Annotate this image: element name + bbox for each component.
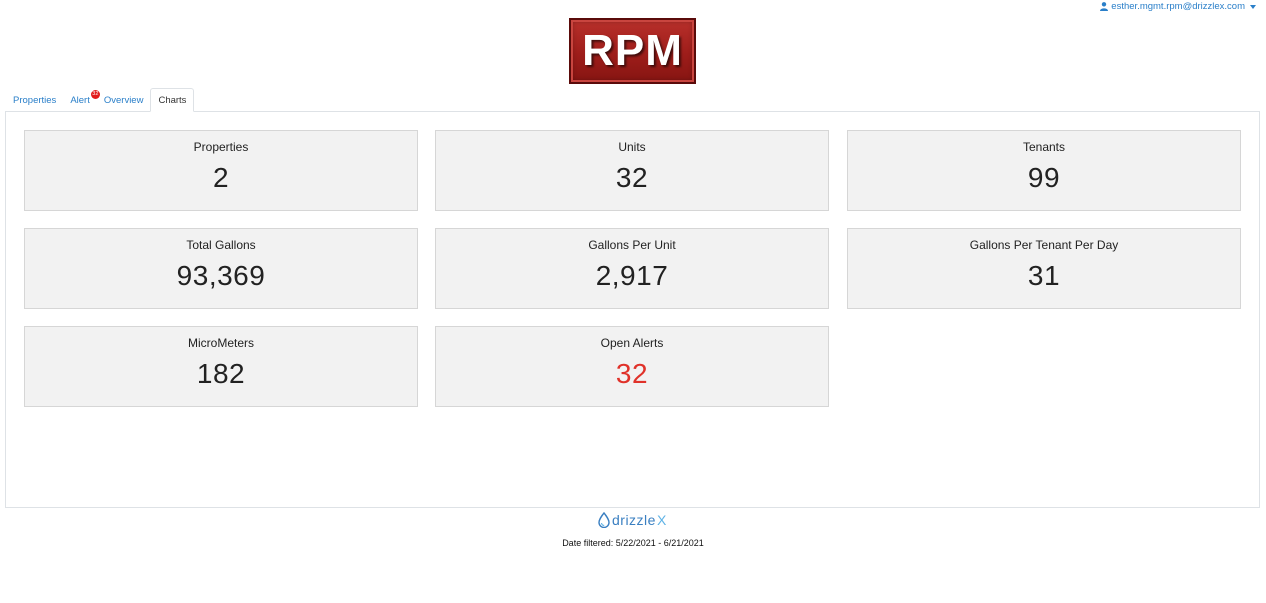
stat-card-open-alerts[interactable]: Open Alerts 32 bbox=[435, 326, 829, 407]
stat-card-gallons-per-unit: Gallons Per Unit 2,917 bbox=[435, 228, 829, 309]
stat-value-alert: 32 bbox=[615, 358, 649, 389]
rpm-logo: RPM bbox=[569, 18, 696, 84]
stat-value: 31 bbox=[1027, 260, 1061, 291]
tab-overview[interactable]: Overview bbox=[97, 88, 151, 112]
tab-properties[interactable]: Properties bbox=[6, 88, 63, 112]
stat-card-total-gallons: Total Gallons 93,369 bbox=[24, 228, 418, 309]
stat-label: Total Gallons bbox=[186, 238, 256, 252]
tab-label: Charts bbox=[158, 94, 187, 106]
charts-panel: Properties 2 Units 32 Tenants 99 Total G… bbox=[5, 111, 1260, 508]
tab-bar: Properties Alert 32 Overview Charts bbox=[6, 88, 195, 112]
tab-alert[interactable]: Alert 32 bbox=[63, 88, 100, 112]
page: esther.mgmt.rpm@drizzlex.com RPM Propert… bbox=[0, 0, 1266, 603]
stat-value: 2 bbox=[212, 162, 230, 193]
stat-card-gallons-per-tenant-per-day: Gallons Per Tenant Per Day 31 bbox=[847, 228, 1241, 309]
stat-label: Properties bbox=[193, 140, 249, 154]
stat-value: 182 bbox=[196, 358, 246, 389]
tab-charts[interactable]: Charts bbox=[150, 88, 195, 112]
tab-label: Alert bbox=[70, 94, 90, 106]
stat-label: Gallons Per Unit bbox=[588, 238, 676, 252]
stat-value: 99 bbox=[1027, 162, 1061, 193]
chevron-down-icon bbox=[1250, 4, 1256, 9]
date-filtered-label: Date filtered: 5/22/2021 - 6/21/2021 bbox=[562, 538, 704, 548]
logo-text: RPM bbox=[582, 26, 683, 75]
stat-value: 32 bbox=[615, 162, 649, 193]
user-email: esther.mgmt.rpm@drizzlex.com bbox=[1111, 1, 1245, 12]
tab-label: Overview bbox=[103, 94, 144, 106]
stat-card-micrometers: MicroMeters 182 bbox=[24, 326, 418, 407]
brand-x: X bbox=[656, 512, 667, 528]
tab-label: Properties bbox=[13, 94, 57, 106]
user-icon bbox=[1100, 2, 1109, 11]
brand-text: drizzle bbox=[612, 512, 656, 528]
stat-card-properties: Properties 2 bbox=[24, 130, 418, 211]
stat-label: Tenants bbox=[1022, 140, 1066, 154]
stat-label: MicroMeters bbox=[187, 336, 254, 350]
stat-value: 93,369 bbox=[176, 260, 266, 291]
user-menu[interactable]: esther.mgmt.rpm@drizzlex.com bbox=[1100, 1, 1256, 12]
stat-card-tenants: Tenants 99 bbox=[847, 130, 1241, 211]
drizzlex-logo: drizzle X bbox=[597, 512, 667, 528]
stat-label: Open Alerts bbox=[600, 336, 664, 350]
stat-card-units: Units 32 bbox=[435, 130, 829, 211]
stat-label: Gallons Per Tenant Per Day bbox=[969, 238, 1119, 252]
stat-label: Units bbox=[618, 140, 646, 154]
water-drop-icon bbox=[598, 512, 610, 528]
stat-value: 2,917 bbox=[595, 260, 669, 291]
